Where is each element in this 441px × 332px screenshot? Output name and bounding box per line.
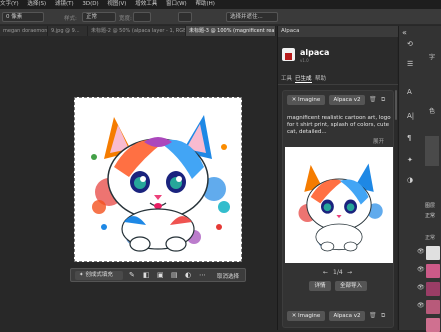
page-indicator: 1/4 [333, 269, 343, 276]
feather-field[interactable]: 0 像素 [2, 12, 44, 22]
details-button[interactable]: 详情 [309, 281, 331, 291]
right-dock: « ⟲ ☰ 字 A 色 A| ¶ ✦ ◑ 图层 正常 正常 👁 👁 👁 👁 [398, 26, 441, 332]
layers-tab-icon[interactable]: ☰ [407, 60, 413, 68]
visibility-icon[interactable]: 👁 [417, 266, 425, 273]
layers-label: 图层 [425, 203, 436, 209]
doc-tab[interactable]: megan doraemon... [0, 26, 48, 36]
model-badge-2: Alpaca v2 [329, 311, 365, 321]
invert-icon[interactable]: ◧ [143, 271, 150, 279]
history-icon[interactable]: ⟲ [407, 40, 413, 48]
deselect-button[interactable]: 取消选择 [217, 272, 239, 280]
char-tab[interactable]: 字 [429, 52, 435, 61]
imagine-badge: ✕ Imagine [287, 95, 325, 105]
document-tabs: megan doraemon... 9.jpg @ 9... 未标题-2 @ 5… [0, 26, 276, 36]
imagine-badge-label-2: Imagine [298, 313, 321, 319]
next-icon[interactable]: → [347, 269, 352, 276]
menu-text[interactable]: 文字(Y) [0, 1, 19, 7]
menu-select[interactable]: 选择(S) [27, 1, 46, 7]
width-input[interactable] [133, 12, 151, 22]
generative-fill-label: 创成式填充 [85, 272, 113, 278]
layer-thumbnail[interactable] [426, 282, 440, 296]
delete-icon-2[interactable]: 🗑 [369, 312, 377, 319]
brush-icon[interactable]: ✎ [129, 271, 135, 279]
paragraph-icon[interactable]: ¶ [407, 134, 411, 142]
prev-icon[interactable]: ← [323, 269, 328, 276]
doc-tab[interactable]: 未标题-2 @ 50% (alpaca layer - 1, RGB/8) * [88, 26, 186, 36]
expand-link[interactable]: 展开 [373, 137, 384, 145]
plugin-name: alpaca [300, 48, 330, 57]
generated-image[interactable] [285, 147, 393, 263]
layer-thumbnail[interactable] [426, 300, 440, 314]
visibility-icon[interactable]: 👁 [417, 302, 425, 309]
menu-filter[interactable]: 滤镜(T) [55, 1, 74, 7]
selection-marquee [74, 97, 242, 262]
prompt-text: magnificent realistic cartoon art, logo … [287, 115, 391, 135]
transform-icon[interactable]: ▣ [157, 271, 164, 279]
collapse-icon[interactable]: « [402, 28, 407, 37]
height-input[interactable] [178, 12, 192, 22]
panel-scrollbar[interactable] [395, 90, 397, 120]
delete-icon[interactable]: 🗑 [369, 96, 377, 103]
blend-mode[interactable]: 正常 [425, 234, 435, 241]
copy-icon[interactable]: ⧉ [381, 96, 385, 104]
more-icon[interactable]: ⋯ [199, 271, 206, 279]
select-and-mask-button[interactable]: 选择并遮住... [226, 12, 278, 22]
visibility-icon[interactable]: 👁 [417, 284, 425, 291]
copy-icon-2[interactable]: ⧉ [381, 312, 385, 320]
imagine-badge-2: ✕ Imagine [287, 311, 325, 321]
panel-header: Alpaca [278, 26, 398, 37]
doc-tab[interactable]: 9.jpg @ 9... [48, 26, 88, 36]
model-badge: Alpaca v2 [329, 95, 365, 105]
alpaca-plugin-panel: Alpaca alpaca v1.0 工具 已生成 帮助 ✕ Imagine A… [277, 26, 398, 330]
character-style-icon[interactable]: A| [407, 112, 414, 120]
import-all-button[interactable]: 全部导入 [335, 281, 367, 291]
normal-label: 正常 [425, 213, 436, 219]
contextual-task-bar: ✦ 创成式填充 ✎ ◧ ▣ ▤ ◐ ⋯ 取消选择 [70, 268, 246, 282]
panel-stack [425, 136, 439, 166]
mask-icon[interactable]: ◐ [185, 271, 191, 279]
layer-thumbnail[interactable] [426, 246, 440, 260]
menu-plugins[interactable]: 增效工具 [135, 1, 157, 7]
generated-cat-artwork [298, 163, 383, 252]
adjustment-icon[interactable]: ◑ [407, 176, 413, 184]
style-select[interactable]: 正常 [82, 12, 116, 22]
nav-generated[interactable]: 已生成 [295, 74, 312, 83]
menu-help[interactable]: 帮助(H) [195, 1, 214, 7]
nav-help[interactable]: 帮助 [315, 74, 326, 82]
generative-fill-button[interactable]: ✦ 创成式填充 [75, 271, 123, 280]
color-label: 色 [429, 108, 436, 115]
menu-3d[interactable]: 3D(D) [82, 1, 98, 7]
character-icon[interactable]: A [407, 88, 412, 96]
layer-thumbnail[interactable] [426, 264, 440, 278]
menu-window[interactable]: 窗口(W) [166, 1, 187, 7]
nav-tools[interactable]: 工具 [281, 74, 292, 82]
width-label: 宽度: [119, 16, 132, 22]
plugin-version: v1.0 [300, 58, 309, 63]
panel-title: Alpaca [281, 28, 300, 34]
menu-view[interactable]: 视图(V) [107, 1, 126, 7]
visibility-icon[interactable]: 👁 [417, 248, 425, 255]
options-bar: 0 像素 样式: 正常 宽度: 选择并遮住... [0, 9, 441, 25]
fill-icon[interactable]: ▤ [171, 271, 178, 279]
divider [278, 84, 398, 85]
glyphs-icon[interactable]: ✦ [407, 156, 413, 164]
menu-bar: 文字(Y) 选择(S) 滤镜(T) 3D(D) 视图(V) 增效工具 窗口(W)… [0, 0, 441, 9]
style-label: 样式: [64, 16, 77, 22]
imagine-badge-label: Imagine [298, 97, 321, 103]
result-card: ✕ Imagine Alpaca v2 🗑 ⧉ magnificent real… [282, 90, 394, 328]
doc-tab-active[interactable]: 未标题-3 @ 100% (magnificent realistic... [186, 26, 276, 36]
alpaca-logo [282, 48, 295, 61]
